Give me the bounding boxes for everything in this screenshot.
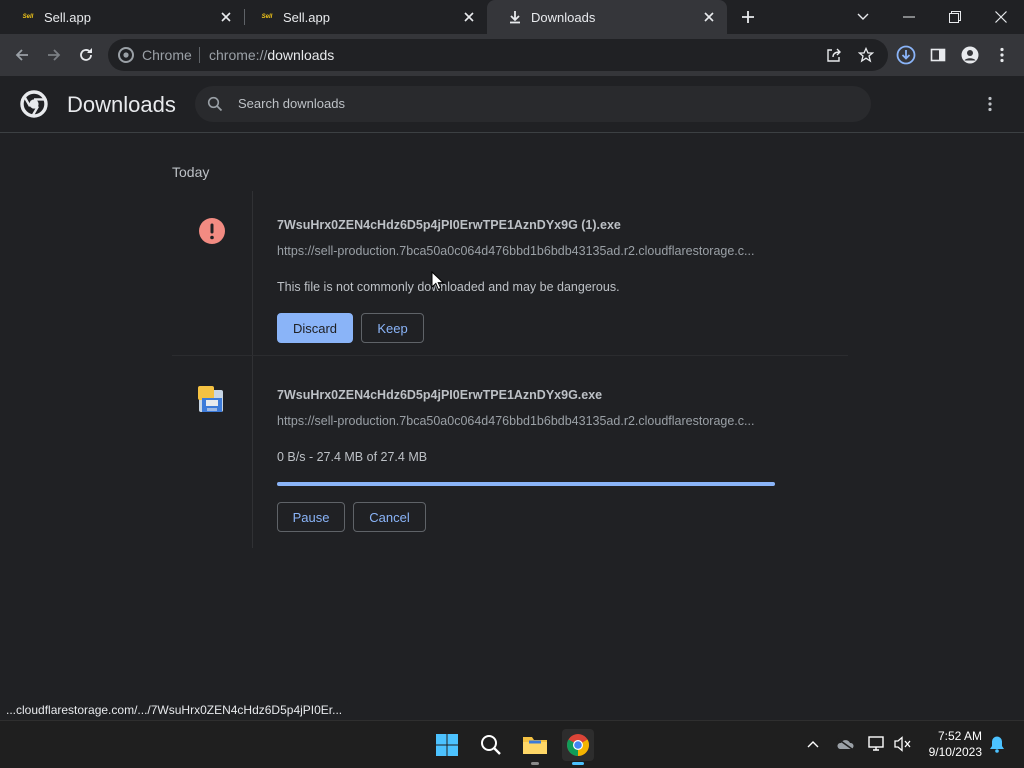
windows-start-icon[interactable] xyxy=(431,729,463,761)
sell-app-logo: Sell xyxy=(22,14,34,20)
chrome-logo-icon xyxy=(20,90,48,118)
tab-sell-app-2[interactable]: Sell Sell.app xyxy=(239,0,487,34)
volume-muted-icon[interactable] xyxy=(892,733,914,755)
taskbar-search-icon[interactable] xyxy=(475,729,507,761)
omnibox-divider xyxy=(199,47,200,63)
minimize-button[interactable] xyxy=(897,5,921,29)
page-title: Downloads xyxy=(67,92,176,117)
tab-downloads[interactable]: Downloads xyxy=(487,0,727,34)
new-tab-button[interactable] xyxy=(738,7,758,27)
progress-fill xyxy=(277,482,775,486)
download-item-complete: 7WsuHrx0ZEN4cHdz6D5p4jPI0ErwTPE1AznDYx9G… xyxy=(172,356,848,548)
chrome-icon xyxy=(118,47,134,63)
browser-menu-icon[interactable] xyxy=(990,43,1014,67)
file-name: 7WsuHrx0ZEN4cHdz6D5p4jPI0ErwTPE1AznDYx9G… xyxy=(277,218,621,232)
downloads-menu-icon[interactable] xyxy=(978,92,1002,116)
download-item-dangerous: 7WsuHrx0ZEN4cHdz6D5p4jPI0ErwTPE1AznDYx9G… xyxy=(172,191,848,355)
link-status-bar: ...cloudflarestorage.com/.../7WsuHrx0ZEN… xyxy=(0,700,349,720)
search-placeholder: Search downloads xyxy=(238,96,345,111)
file-url-link[interactable]: https://sell-production.7bca50a0c064d476… xyxy=(277,244,754,258)
address-bar[interactable]: Chrome chrome://downloads xyxy=(108,39,888,71)
pause-button[interactable]: Pause xyxy=(277,502,345,532)
download-progress-bar xyxy=(277,482,775,486)
search-icon xyxy=(207,96,223,112)
download-icon xyxy=(507,9,523,25)
share-icon[interactable] xyxy=(822,43,846,67)
close-icon[interactable] xyxy=(218,9,234,25)
restore-button[interactable] xyxy=(943,5,967,29)
discard-button[interactable]: Discard xyxy=(277,313,353,343)
clock-time: 7:52 AM xyxy=(937,729,982,743)
installer-file-icon xyxy=(198,386,223,412)
chrome-taskbar-icon[interactable] xyxy=(562,729,594,765)
tab-strip: Sell Sell.app Sell Sell.app Downloads xyxy=(0,0,1024,34)
close-icon[interactable] xyxy=(701,9,717,25)
date-group-heading: Today xyxy=(172,164,210,180)
search-downloads-input[interactable]: Search downloads xyxy=(195,86,871,122)
system-clock[interactable]: 7:52 AM 9/10/2023 xyxy=(918,728,982,760)
show-hidden-icons-chevron-up-icon[interactable] xyxy=(802,733,824,755)
network-icon[interactable] xyxy=(866,733,888,755)
windows-taskbar: 7:52 AM 9/10/2023 xyxy=(0,720,1024,768)
downloads-list: Today 7WsuHrx0ZEN4cHdz6D5p4jPI0ErwTPE1Az… xyxy=(0,133,1024,720)
file-explorer-icon[interactable] xyxy=(519,729,551,765)
side-panel-icon[interactable] xyxy=(926,43,950,67)
url-text: chrome://downloads xyxy=(209,47,335,63)
reload-button[interactable] xyxy=(74,43,98,67)
download-progress-text: 0 B/s - 27.4 MB of 27.4 MB xyxy=(277,450,428,464)
window-close-button[interactable] xyxy=(989,5,1013,29)
cancel-button[interactable]: Cancel xyxy=(353,502,426,532)
download-warning-text: This file is not commonly downloaded and… xyxy=(277,280,620,294)
tab-title: Downloads xyxy=(531,9,596,25)
forward-button[interactable] xyxy=(42,43,66,67)
file-url-link[interactable]: https://sell-production.7bca50a0c064d476… xyxy=(277,414,754,428)
profile-avatar-icon[interactable] xyxy=(958,43,982,67)
back-button[interactable] xyxy=(10,43,34,67)
file-name: 7WsuHrx0ZEN4cHdz6D5p4jPI0ErwTPE1AznDYx9G… xyxy=(277,388,603,402)
tab-search-chevron-down-icon[interactable] xyxy=(851,5,875,29)
keep-button[interactable]: Keep xyxy=(361,313,424,343)
bookmark-star-icon[interactable] xyxy=(854,43,878,67)
warning-icon xyxy=(199,218,225,244)
clock-date: 9/10/2023 xyxy=(928,745,982,759)
notification-bell-icon[interactable] xyxy=(986,733,1008,755)
browser-toolbar: Chrome chrome://downloads xyxy=(0,34,1024,76)
tab-title: Sell.app xyxy=(44,9,91,25)
mouse-cursor-icon xyxy=(431,271,445,291)
downloads-toolbar-icon[interactable] xyxy=(894,43,918,67)
tab-title: Sell.app xyxy=(283,9,330,25)
onedrive-offline-icon[interactable] xyxy=(834,733,856,755)
downloads-header: Downloads Search downloads xyxy=(0,76,1024,133)
sell-app-logo: Sell xyxy=(261,14,273,20)
tab-sell-app-1[interactable]: Sell Sell.app xyxy=(0,0,244,34)
site-chip-label: Chrome xyxy=(142,47,192,63)
close-icon[interactable] xyxy=(461,9,477,25)
